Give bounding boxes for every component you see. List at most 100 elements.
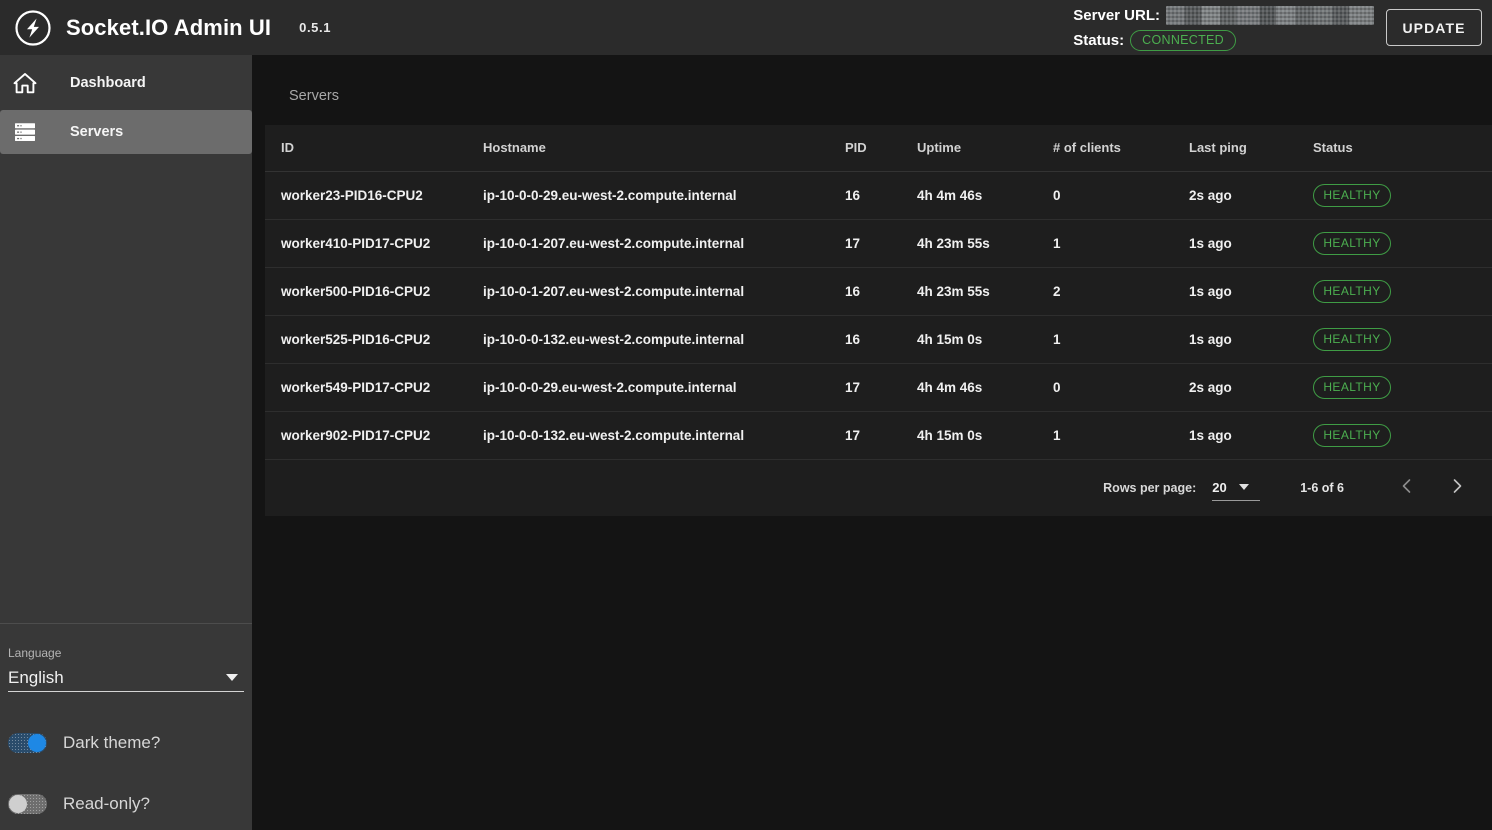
table-row[interactable]: worker23-PID16-CPU2 ip-10-0-0-29.eu-west… [265,171,1492,219]
cell-pid: 17 [845,363,917,411]
toggle-knob [9,795,27,813]
table-body: worker23-PID16-CPU2 ip-10-0-0-29.eu-west… [265,171,1492,459]
dark-theme-toggle[interactable] [8,733,47,753]
cell-clients: 1 [1053,219,1189,267]
cell-pid: 16 [845,315,917,363]
read-only-toggle-row[interactable]: Read-only? [8,794,244,814]
cell-last-ping: 2s ago [1189,171,1313,219]
language-select-value: English [8,668,64,688]
cell-pid: 17 [845,219,917,267]
cell-status: HEALTHY [1313,171,1492,219]
chevron-down-icon [1239,484,1249,490]
table-row[interactable]: worker410-PID17-CPU2 ip-10-0-1-207.eu-we… [265,219,1492,267]
next-page-button[interactable] [1440,471,1474,505]
servers-table: ID Hostname PID Uptime # of clients Last… [265,125,1492,460]
cell-hostname: ip-10-0-0-132.eu-west-2.compute.internal [483,411,845,459]
cell-status: HEALTHY [1313,315,1492,363]
status-badge: HEALTHY [1313,424,1391,447]
cell-id: worker902-PID17-CPU2 [265,411,483,459]
rows-per-page-value: 20 [1212,480,1226,495]
status-badge: HEALTHY [1313,280,1391,303]
rows-per-page-label: Rows per page: [1103,481,1196,495]
sidebar-item-dashboard[interactable]: Dashboard [0,61,252,105]
table-header-row: ID Hostname PID Uptime # of clients Last… [265,125,1492,171]
column-header-hostname[interactable]: Hostname [483,125,845,171]
column-header-pid[interactable]: PID [845,125,917,171]
read-only-toggle[interactable] [8,794,47,814]
cell-clients: 0 [1053,171,1189,219]
socketio-bolt-icon [14,9,52,47]
column-header-last-ping[interactable]: Last ping [1189,125,1313,171]
sidebar-item-label: Dashboard [70,75,146,91]
cell-clients: 1 [1053,411,1189,459]
cell-hostname: ip-10-0-0-132.eu-west-2.compute.internal [483,315,845,363]
app-header: Socket.IO Admin UI 0.5.1 Server URL: Sta… [0,0,1492,55]
cell-last-ping: 2s ago [1189,363,1313,411]
table-row[interactable]: worker902-PID17-CPU2 ip-10-0-0-132.eu-we… [265,411,1492,459]
column-header-uptime[interactable]: Uptime [917,125,1053,171]
read-only-label: Read-only? [63,794,150,814]
status-badge: HEALTHY [1313,328,1391,351]
pagination-range: 1-6 of 6 [1300,481,1344,495]
cell-uptime: 4h 15m 0s [917,315,1053,363]
cell-last-ping: 1s ago [1189,411,1313,459]
cell-status: HEALTHY [1313,411,1492,459]
brand: Socket.IO Admin UI 0.5.1 [0,9,331,47]
cell-id: worker23-PID16-CPU2 [265,171,483,219]
main-content: Servers ID Hostname PID Uptime # of clie… [252,55,1492,830]
dark-theme-toggle-row[interactable]: Dark theme? [8,733,244,753]
cell-clients: 0 [1053,363,1189,411]
toggle-knob [28,734,46,752]
cell-hostname: ip-10-0-1-207.eu-west-2.compute.internal [483,267,845,315]
chevron-down-icon [226,674,238,681]
cell-uptime: 4h 4m 46s [917,171,1053,219]
server-rack-icon [10,119,40,145]
cell-last-ping: 1s ago [1189,219,1313,267]
cell-hostname: ip-10-0-1-207.eu-west-2.compute.internal [483,219,845,267]
cell-last-ping: 1s ago [1189,267,1313,315]
cell-id: worker410-PID17-CPU2 [265,219,483,267]
chevron-left-icon [1397,476,1417,499]
cell-pid: 17 [845,411,917,459]
server-url-input[interactable] [1166,6,1374,25]
table-row[interactable]: worker500-PID16-CPU2 ip-10-0-1-207.eu-we… [265,267,1492,315]
sidebar-item-label: Servers [70,124,123,140]
previous-page-button[interactable] [1390,471,1424,505]
sidebar: Dashboard Servers Language [0,55,252,830]
status-label: Status: [1073,32,1124,49]
page-title: Socket.IO Admin UI [66,15,271,41]
connection-block: Server URL: Status: CONNECTED [1073,4,1386,51]
sidebar-item-servers[interactable]: Servers [0,110,252,154]
cell-pid: 16 [845,171,917,219]
column-header-id[interactable]: ID [265,125,483,171]
card-title: Servers [265,67,1492,125]
rows-per-page-select[interactable]: 20 [1212,475,1260,501]
cell-id: worker525-PID16-CPU2 [265,315,483,363]
column-header-status[interactable]: Status [1313,125,1492,171]
app-version: 0.5.1 [299,20,331,35]
language-select[interactable]: English [8,664,244,692]
status-row: Status: CONNECTED [1073,29,1374,51]
cell-id: worker500-PID16-CPU2 [265,267,483,315]
table-row[interactable]: worker549-PID17-CPU2 ip-10-0-0-29.eu-wes… [265,363,1492,411]
cell-uptime: 4h 4m 46s [917,363,1053,411]
cell-pid: 16 [845,267,917,315]
home-icon [10,70,40,96]
servers-card: ID Hostname PID Uptime # of clients Last… [265,125,1492,516]
column-header-clients[interactable]: # of clients [1053,125,1189,171]
table-row[interactable]: worker525-PID16-CPU2 ip-10-0-0-132.eu-we… [265,315,1492,363]
cell-uptime: 4h 23m 55s [917,267,1053,315]
table-head: ID Hostname PID Uptime # of clients Last… [265,125,1492,171]
server-url-label: Server URL: [1073,7,1160,24]
dark-theme-label: Dark theme? [63,733,160,753]
update-button[interactable]: UPDATE [1386,9,1482,46]
cell-last-ping: 1s ago [1189,315,1313,363]
chevron-right-icon [1447,476,1467,499]
server-url-row: Server URL: [1073,4,1374,26]
sidebar-spacer [0,159,252,623]
status-badge: HEALTHY [1313,376,1391,399]
sidebar-settings: Language English Dark theme? Read-only? [0,623,252,830]
status-badge: CONNECTED [1130,30,1236,51]
cell-hostname: ip-10-0-0-29.eu-west-2.compute.internal [483,363,845,411]
cell-clients: 2 [1053,267,1189,315]
